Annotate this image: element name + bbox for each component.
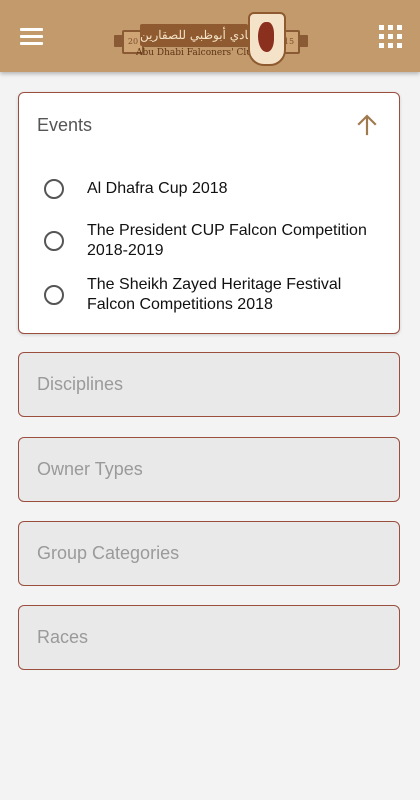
radio-button[interactable]: [44, 285, 64, 305]
falcon-shield-icon: [248, 12, 286, 66]
app-header: 20 15 نادي أبوظبي للصقارين Abu Dhabi Fal…: [0, 0, 420, 72]
grid-apps-icon[interactable]: [376, 22, 406, 52]
disciplines-title: Disciplines: [37, 374, 124, 394]
event-option[interactable]: Al Dhafra Cup 2018: [43, 177, 383, 201]
radio-button[interactable]: [44, 179, 64, 199]
owner-types-filter-card[interactable]: Owner Types: [18, 437, 400, 502]
arrow-up-icon[interactable]: [355, 113, 379, 137]
logo-arabic-text: نادي أبوظبي للصقارين: [140, 24, 248, 46]
event-option-label: The Sheikh Zayed Heritage Festival Falco…: [87, 276, 342, 313]
hamburger-menu-icon[interactable]: [16, 22, 48, 50]
races-title: Races: [37, 627, 89, 647]
disciplines-filter-card[interactable]: Disciplines: [18, 352, 400, 417]
events-title: Events: [37, 115, 93, 135]
abu-dhabi-falconers-club-logo: 20 15 نادي أبوظبي للصقارين Abu Dhabi Fal…: [110, 10, 312, 66]
races-filter-card[interactable]: Races: [18, 605, 400, 670]
group-categories-title: Group Categories: [37, 543, 180, 563]
radio-button[interactable]: [44, 231, 64, 251]
event-option[interactable]: The President CUP Falcon Competition 201…: [43, 221, 383, 265]
owner-types-title: Owner Types: [37, 459, 143, 479]
group-categories-filter-card[interactable]: Group Categories: [18, 521, 400, 586]
event-option-label: Al Dhafra Cup 2018: [87, 180, 228, 197]
event-option[interactable]: The Sheikh Zayed Heritage Festival Falco…: [43, 275, 383, 319]
logo-english-text: Abu Dhabi Falconers' Club: [136, 48, 258, 58]
event-option-label: The President CUP Falcon Competition 201…: [87, 222, 367, 259]
events-filter-card: Events Al Dhafra Cup 2018 The President …: [18, 92, 400, 334]
